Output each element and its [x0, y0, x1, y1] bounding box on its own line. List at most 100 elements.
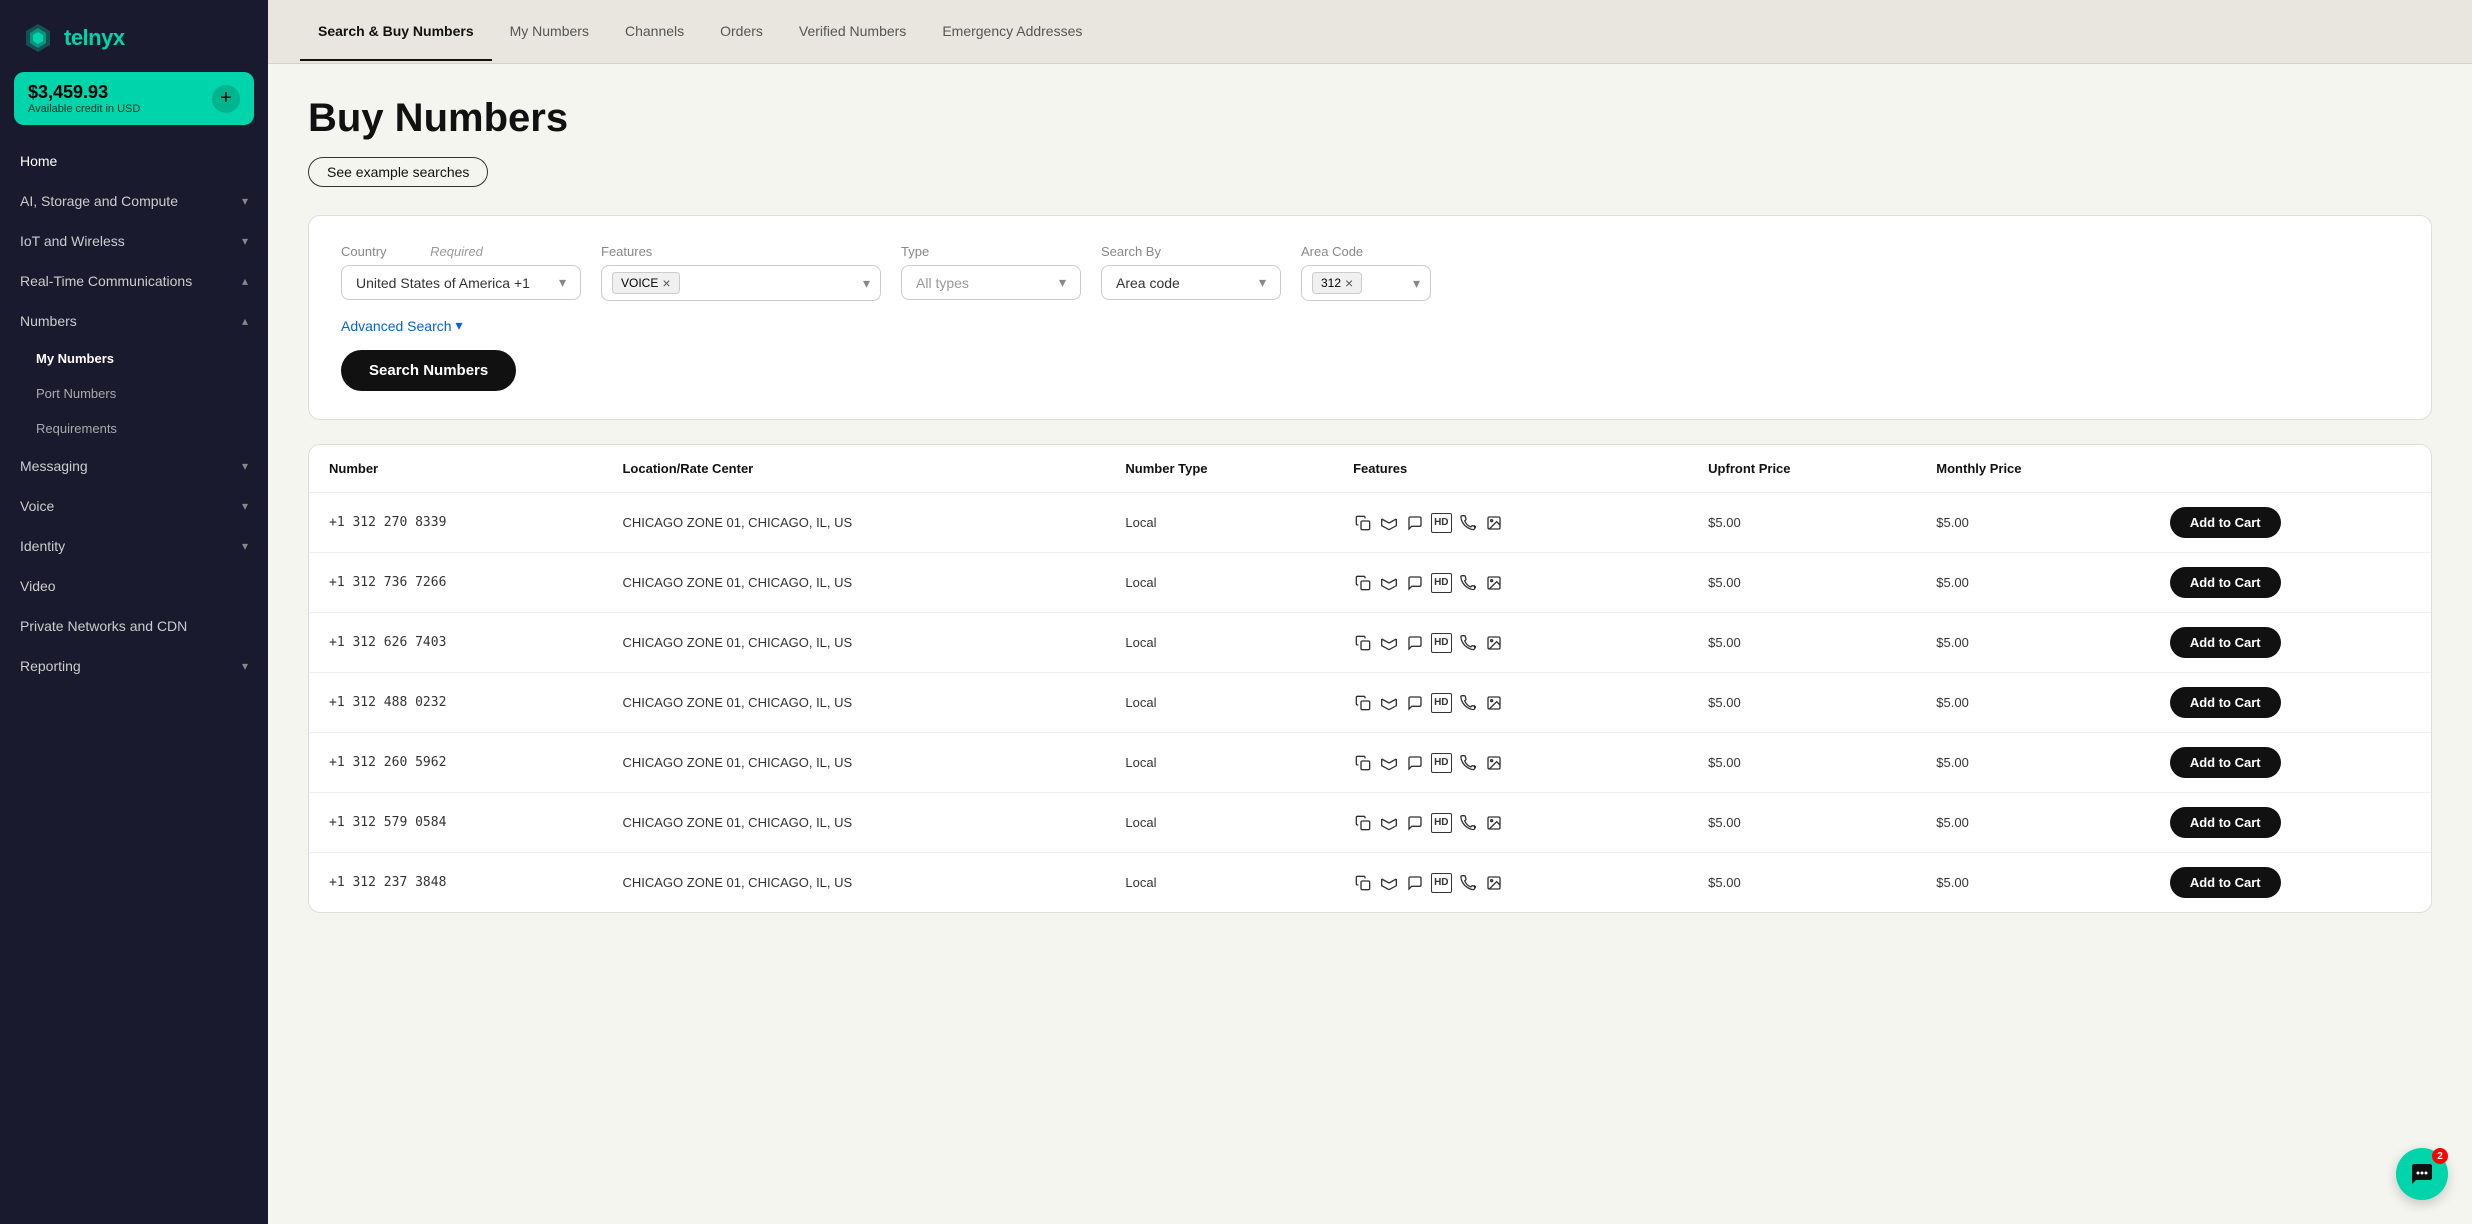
- hd-icon: HD: [1431, 873, 1451, 893]
- features-filter-group: Features VOICE × ▾: [601, 244, 881, 301]
- col-header-number: Number: [309, 445, 602, 493]
- page-title: Buy Numbers: [308, 96, 2432, 141]
- sms-icon: [1405, 573, 1425, 593]
- cell-features: HD: [1333, 613, 1688, 673]
- top-navigation: Search & Buy Numbers My Numbers Channels…: [268, 0, 2472, 64]
- sidebar-item-voice-label: Voice: [20, 498, 54, 514]
- chevron-down-icon: ▾: [242, 234, 248, 248]
- chevron-down-icon: ▾: [1059, 274, 1066, 291]
- cell-number: +1 312 260 5962: [309, 733, 602, 793]
- chevron-down-icon: ▾: [242, 499, 248, 513]
- add-to-cart-button[interactable]: Add to Cart: [2170, 687, 2281, 718]
- sidebar-item-private-networks[interactable]: Private Networks and CDN: [0, 606, 268, 646]
- type-label: Type: [901, 244, 1081, 259]
- copy-icon: [1353, 753, 1373, 773]
- sidebar-item-iot[interactable]: IoT and Wireless ▾: [0, 221, 268, 261]
- hd-icon: HD: [1431, 513, 1451, 533]
- sidebar-item-video[interactable]: Video: [0, 566, 268, 606]
- type-select[interactable]: All types ▾: [901, 265, 1081, 300]
- tab-search-buy[interactable]: Search & Buy Numbers: [300, 3, 492, 61]
- cell-upfront-price: $5.00: [1688, 793, 1916, 853]
- results-panel: Number Location/Rate Center Number Type …: [308, 444, 2432, 913]
- cell-upfront-price: $5.00: [1688, 673, 1916, 733]
- cell-type: Local: [1105, 853, 1333, 913]
- sidebar-item-voice[interactable]: Voice ▾: [0, 486, 268, 526]
- add-credit-button[interactable]: +: [212, 85, 240, 113]
- sidebar-item-iot-label: IoT and Wireless: [20, 233, 125, 249]
- sidebar-item-messaging[interactable]: Messaging ▾: [0, 446, 268, 486]
- search-numbers-button[interactable]: Search Numbers: [341, 350, 516, 391]
- sms-icon: [1405, 813, 1425, 833]
- copy-icon: [1353, 513, 1373, 533]
- tab-emergency[interactable]: Emergency Addresses: [924, 3, 1100, 61]
- required-label: Required: [430, 244, 483, 259]
- cell-number: +1 312 270 8339: [309, 493, 602, 553]
- remove-voice-tag-button[interactable]: ×: [662, 275, 670, 291]
- sidebar-item-home[interactable]: Home: [0, 141, 268, 181]
- col-header-type: Number Type: [1105, 445, 1333, 493]
- add-to-cart-button[interactable]: Add to Cart: [2170, 807, 2281, 838]
- cell-upfront-price: $5.00: [1688, 613, 1916, 673]
- sidebar-item-ai-storage[interactable]: AI, Storage and Compute ▾: [0, 181, 268, 221]
- voice-tag: VOICE ×: [612, 272, 680, 294]
- cell-type: Local: [1105, 793, 1333, 853]
- signal-icon: [1379, 753, 1399, 773]
- chevron-down-icon: ▾: [1259, 274, 1266, 291]
- tab-orders[interactable]: Orders: [702, 3, 781, 61]
- advanced-search-link[interactable]: Advanced Search ▾: [341, 317, 2399, 334]
- sidebar-subitem-my-numbers[interactable]: My Numbers: [0, 341, 268, 376]
- see-example-searches-button[interactable]: See example searches: [308, 157, 488, 187]
- cell-upfront-price: $5.00: [1688, 733, 1916, 793]
- sidebar-subitem-requirements[interactable]: Requirements: [0, 411, 268, 446]
- sidebar-item-rtc[interactable]: Real-Time Communications ▴: [0, 261, 268, 301]
- hd-icon: HD: [1431, 633, 1451, 653]
- hd-icon: HD: [1431, 813, 1451, 833]
- cell-type: Local: [1105, 553, 1333, 613]
- cell-features: HD: [1333, 793, 1688, 853]
- cell-upfront-price: $5.00: [1688, 553, 1916, 613]
- image-icon: [1484, 633, 1504, 653]
- features-label: Features: [601, 244, 881, 259]
- search-by-select[interactable]: Area code ▾: [1101, 265, 1281, 300]
- image-icon: [1484, 873, 1504, 893]
- cell-action: Add to Cart: [2150, 673, 2431, 733]
- sidebar-item-numbers[interactable]: Numbers ▴: [0, 301, 268, 341]
- tab-channels[interactable]: Channels: [607, 3, 702, 61]
- sms-icon: [1405, 693, 1425, 713]
- add-to-cart-button[interactable]: Add to Cart: [2170, 507, 2281, 538]
- signal-icon: [1379, 693, 1399, 713]
- chat-icon: [2410, 1162, 2434, 1186]
- area-code-label: Area Code: [1301, 244, 1431, 259]
- chevron-up-icon: ▴: [242, 274, 248, 288]
- sidebar-item-reporting[interactable]: Reporting ▾: [0, 646, 268, 686]
- add-to-cart-button[interactable]: Add to Cart: [2170, 867, 2281, 898]
- sidebar-item-identity[interactable]: Identity ▾: [0, 526, 268, 566]
- credit-info: $3,459.93 Available credit in USD: [28, 82, 140, 115]
- country-select[interactable]: United States of America +1 ▾: [341, 265, 581, 300]
- table-row: +1 312 579 0584 CHICAGO ZONE 01, CHICAGO…: [309, 793, 2431, 853]
- sidebar-item-video-label: Video: [20, 578, 56, 594]
- credit-box[interactable]: $3,459.93 Available credit in USD +: [14, 72, 254, 125]
- col-header-features: Features: [1333, 445, 1688, 493]
- hd-icon: HD: [1431, 573, 1451, 593]
- table-row: +1 312 270 8339 CHICAGO ZONE 01, CHICAGO…: [309, 493, 2431, 553]
- chat-support-button[interactable]: 2: [2396, 1148, 2448, 1200]
- cell-monthly-price: $5.00: [1916, 793, 2150, 853]
- tab-verified[interactable]: Verified Numbers: [781, 3, 924, 61]
- features-select[interactable]: VOICE × ▾: [601, 265, 881, 301]
- remove-area-code-tag-button[interactable]: ×: [1345, 275, 1353, 291]
- add-to-cart-button[interactable]: Add to Cart: [2170, 747, 2281, 778]
- cell-monthly-price: $5.00: [1916, 493, 2150, 553]
- table-row: +1 312 260 5962 CHICAGO ZONE 01, CHICAGO…: [309, 733, 2431, 793]
- cell-location: CHICAGO ZONE 01, CHICAGO, IL, US: [602, 613, 1105, 673]
- country-value: United States of America +1: [356, 275, 551, 291]
- add-to-cart-button[interactable]: Add to Cart: [2170, 567, 2281, 598]
- copy-icon: [1353, 693, 1373, 713]
- add-to-cart-button[interactable]: Add to Cart: [2170, 627, 2281, 658]
- copy-icon: [1353, 573, 1373, 593]
- area-code-select[interactable]: 312 × ▾: [1301, 265, 1431, 301]
- col-header-upfront: Upfront Price: [1688, 445, 1916, 493]
- sidebar-subitem-port-numbers[interactable]: Port Numbers: [0, 376, 268, 411]
- tab-my-numbers[interactable]: My Numbers: [492, 3, 607, 61]
- phone-icon: [1458, 693, 1478, 713]
